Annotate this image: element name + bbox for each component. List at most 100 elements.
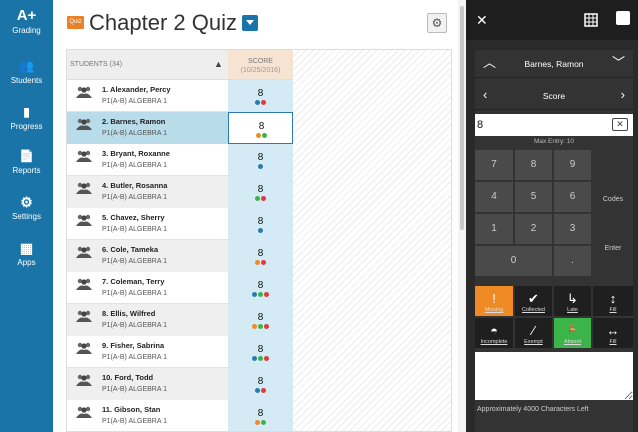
codes-button[interactable]: Codes xyxy=(593,150,633,212)
score-cell[interactable]: 8 xyxy=(228,208,293,240)
close-icon[interactable]: ✕ xyxy=(476,12,488,29)
collected-button[interactable]: ✔ Collected xyxy=(515,286,552,316)
key-2[interactable]: 2 xyxy=(515,214,552,244)
student-cell[interactable]: 2. Barnes, Ramon P1(A-B) ALGEBRA 1 xyxy=(67,112,228,144)
score-cell[interactable]: 8 xyxy=(228,144,293,176)
status-dot xyxy=(255,420,260,425)
vertical-arrows-icon: ↕ xyxy=(609,291,617,306)
status-dot xyxy=(255,260,260,265)
student-cell[interactable]: 7. Coleman, Terry P1(A-B) ALGEBRA 1 xyxy=(67,272,228,304)
student-name: 11. Gibson, Stan xyxy=(102,405,161,414)
student-name: 8. Ellis, Wilfred xyxy=(102,309,156,318)
missing-button[interactable]: ! Missing xyxy=(475,286,513,316)
title-dropdown-button[interactable] xyxy=(242,15,258,31)
score-cell[interactable]: 8 xyxy=(228,304,293,336)
score-cell[interactable]: 8 xyxy=(228,176,293,208)
student-cell[interactable]: 8. Ellis, Wilfred P1(A-B) ALGEBRA 1 xyxy=(67,304,228,336)
student-cell[interactable]: 6. Cole, Tameka P1(A-B) ALGEBRA 1 xyxy=(67,240,228,272)
student-class: P1(A-B) ALGEBRA 1 xyxy=(102,354,167,361)
fill-vertical-button[interactable]: ↕ Fill xyxy=(593,286,633,316)
table-row: 10. Ford, Todd P1(A-B) ALGEBRA 1 8 xyxy=(67,368,293,400)
student-cell[interactable]: 4. Butler, Rosanna P1(A-B) ALGEBRA 1 xyxy=(67,176,228,208)
grading-icon: A+ xyxy=(16,7,37,24)
nav-label-progress: Progress xyxy=(10,122,43,131)
student-cell[interactable]: 1. Alexander, Percy P1(A-B) ALGEBRA 1 xyxy=(67,80,228,112)
key-3[interactable]: 3 xyxy=(554,214,591,244)
gear-icon[interactable]: ⚙ xyxy=(427,13,447,33)
status-dots xyxy=(229,133,294,138)
absent-button[interactable]: 🪑 Absent xyxy=(554,318,591,348)
student-class: P1(A-B) ALGEBRA 1 xyxy=(102,162,167,169)
apps-icon: ▦ xyxy=(19,240,34,256)
nav-item-grading[interactable]: A+ Grading xyxy=(0,8,53,36)
nav-item-reports[interactable]: 📄 Reports xyxy=(0,148,53,176)
late-button[interactable]: ↳ Late xyxy=(554,286,591,316)
key-6[interactable]: 6 xyxy=(554,182,591,212)
status-dot xyxy=(264,292,269,297)
student-group-icon xyxy=(76,406,92,418)
nav-item-progress[interactable]: ▮ Progress xyxy=(0,104,53,132)
settings-icon: ⚙ xyxy=(20,194,33,210)
nav-item-apps[interactable]: ▦ Apps xyxy=(0,240,53,268)
nav-item-settings[interactable]: ⚙ Settings xyxy=(0,194,53,222)
key-1[interactable]: 1 xyxy=(475,214,513,244)
key-7[interactable]: 7 xyxy=(475,150,513,180)
table-row: 5. Chavez, Sherry P1(A-B) ALGEBRA 1 8 xyxy=(67,208,293,240)
backspace-icon[interactable]: ✕ xyxy=(612,118,628,131)
sort-icon[interactable]: ▲ xyxy=(214,59,223,69)
key-8[interactable]: 8 xyxy=(515,150,552,180)
incomplete-button[interactable]: ◓ Incomplete xyxy=(475,318,513,348)
score-cell[interactable]: 8 xyxy=(228,272,293,304)
enter-button[interactable]: Enter xyxy=(593,214,633,276)
score-input[interactable] xyxy=(477,115,597,135)
status-dots xyxy=(228,228,293,233)
score-header-date: (10/25/2016) xyxy=(240,67,281,74)
nav-label-grading: Grading xyxy=(12,26,41,35)
score-cell[interactable]: 8 xyxy=(228,368,293,400)
comment-textarea[interactable] xyxy=(475,352,633,400)
page-header: Quiz Chapter 2 Quiz ⚙ xyxy=(53,0,453,46)
chevron-down-icon[interactable]: ﹀ xyxy=(612,55,625,71)
student-cell[interactable]: 3. Bryant, Roxanne P1(A-B) ALGEBRA 1 xyxy=(67,144,228,176)
status-dot xyxy=(258,324,263,329)
scrollbar-thumb[interactable] xyxy=(460,6,464,230)
incomplete-label: Incomplete xyxy=(480,339,508,345)
key-0[interactable]: 0 xyxy=(475,246,552,276)
score-cell[interactable]: 8 xyxy=(228,112,293,144)
score-value: 8 xyxy=(257,376,264,387)
key-decimal[interactable]: . xyxy=(554,246,591,276)
student-cell[interactable]: 9. Fisher, Sabrina P1(A-B) ALGEBRA 1 xyxy=(67,336,228,368)
fill-horizontal-button[interactable]: ↔ Fill xyxy=(593,318,633,348)
score-cell[interactable]: 8 xyxy=(228,240,293,272)
score-entry-panel: ✕ ︿ Barnes, Ramon ﹀ ‹ Score › 8 ✕ Max En… xyxy=(466,0,638,432)
key-4[interactable]: 4 xyxy=(475,182,513,212)
table-row: 1. Alexander, Percy P1(A-B) ALGEBRA 1 8 xyxy=(67,80,293,112)
comment-icon[interactable] xyxy=(616,11,630,25)
characters-left-label: Approximately 4000 Characters Left xyxy=(477,406,589,413)
student-class: P1(A-B) ALGEBRA 1 xyxy=(102,130,167,137)
students-column-header[interactable]: STUDENTS (34) ▲ xyxy=(67,50,228,80)
student-cell[interactable]: 10. Ford, Todd P1(A-B) ALGEBRA 1 xyxy=(67,368,228,400)
score-cell[interactable]: 8 xyxy=(228,336,293,368)
chevron-right-icon[interactable]: › xyxy=(621,87,625,103)
grid-view-icon[interactable] xyxy=(580,10,602,30)
grid-scrollbar[interactable] xyxy=(458,0,466,432)
status-dot xyxy=(256,133,261,138)
score-column-header[interactable]: SCORE (10/25/2016) xyxy=(228,50,293,80)
table-row: 4. Butler, Rosanna P1(A-B) ALGEBRA 1 8 xyxy=(67,176,293,208)
panel-toolbar: ✕ xyxy=(466,0,638,40)
score-cell[interactable]: 8 xyxy=(228,80,293,112)
student-group-icon xyxy=(76,182,92,194)
nav-label-apps: Apps xyxy=(17,258,36,267)
panel-body: ︿ Barnes, Ramon ﹀ ‹ Score › ✕ Max Entry:… xyxy=(475,50,633,432)
key-9[interactable]: 9 xyxy=(554,150,591,180)
status-dot xyxy=(258,164,263,169)
key-5[interactable]: 5 xyxy=(515,182,552,212)
student-cell[interactable]: 11. Gibson, Stan P1(A-B) ALGEBRA 1 xyxy=(67,400,228,431)
score-cell[interactable]: 8 xyxy=(228,400,293,431)
exempt-button[interactable]: ∕ Exempt xyxy=(515,318,552,348)
student-group-icon xyxy=(76,246,92,258)
student-name: 6. Cole, Tameka xyxy=(102,245,159,254)
nav-item-students[interactable]: 👥 Students xyxy=(0,58,53,86)
student-cell[interactable]: 5. Chavez, Sherry P1(A-B) ALGEBRA 1 xyxy=(67,208,228,240)
